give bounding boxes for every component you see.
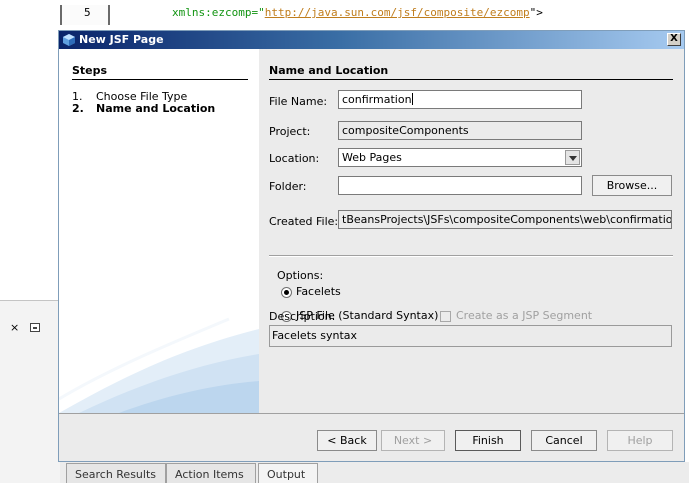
project-label: Project: bbox=[269, 125, 311, 138]
location-select[interactable]: Web Pages bbox=[338, 148, 582, 167]
step-number: 2. bbox=[72, 102, 84, 115]
code-attribute: xmlns:ezcomp=" bbox=[172, 6, 265, 19]
step-name-and-location: 2. Name and Location bbox=[72, 102, 215, 115]
jsp-segment-checkbox[interactable] bbox=[440, 311, 451, 322]
tab-search-results[interactable]: Search Results bbox=[66, 463, 166, 483]
next-button[interactable]: Next > bbox=[381, 430, 445, 451]
chevron-down-icon[interactable] bbox=[565, 150, 580, 165]
new-jsf-page-dialog: New JSF Page X Steps 1. Choose File Type … bbox=[58, 30, 685, 462]
folder-label: Folder: bbox=[269, 180, 307, 193]
location-label: Location: bbox=[269, 152, 320, 165]
code-suffix: "> bbox=[529, 6, 543, 19]
panel-minimize-icon[interactable] bbox=[30, 323, 40, 332]
section-title: Name and Location bbox=[269, 64, 389, 77]
steps-title: Steps bbox=[72, 64, 108, 77]
editor-background: 5 xmlns:ezcomp="http://java.sun.com/jsf/… bbox=[0, 0, 689, 30]
back-button[interactable]: < Back bbox=[317, 430, 377, 451]
description-box: Facelets syntax bbox=[269, 325, 672, 347]
facelets-label[interactable]: Facelets bbox=[296, 285, 341, 298]
finish-button[interactable]: Finish bbox=[455, 430, 521, 451]
code-url[interactable]: http://java.sun.com/jsf/composite/ezcomp bbox=[265, 6, 530, 19]
location-value: Web Pages bbox=[342, 151, 402, 164]
created-file-field: tBeansProjects\JSFs\compositeComponents\… bbox=[338, 210, 672, 229]
file-name-input[interactable]: confirmation bbox=[338, 90, 582, 109]
steps-divider bbox=[72, 79, 248, 80]
netbeans-cube-icon bbox=[63, 34, 75, 46]
browse-button[interactable]: Browse... bbox=[592, 175, 672, 196]
name-and-location-panel: Name and Location File Name: confirmatio… bbox=[259, 49, 684, 413]
tab-action-items[interactable]: Action Items bbox=[166, 463, 256, 483]
options-label: Options: bbox=[277, 269, 324, 282]
line-number: 5 bbox=[84, 6, 91, 19]
jsp-segment-label: Create as a JSP Segment bbox=[456, 309, 593, 322]
code-line: xmlns:ezcomp="http://java.sun.com/jsf/co… bbox=[172, 6, 543, 19]
section-divider bbox=[269, 79, 673, 80]
description-label: Description: bbox=[269, 310, 336, 323]
file-name-label: File Name: bbox=[269, 95, 328, 108]
help-button[interactable]: Help bbox=[607, 430, 673, 451]
text-caret bbox=[411, 93, 413, 105]
tab-output[interactable]: Output × bbox=[258, 463, 318, 483]
options-separator bbox=[269, 255, 673, 257]
folder-input[interactable] bbox=[338, 176, 582, 195]
steps-panel: Steps 1. Choose File Type 2. Name and Loca… bbox=[59, 49, 259, 413]
project-field: compositeComponents bbox=[338, 121, 582, 140]
dialog-title-bar[interactable]: New JSF Page X bbox=[59, 31, 684, 49]
cancel-button[interactable]: Cancel bbox=[531, 430, 597, 451]
step-label: Name and Location bbox=[96, 102, 216, 115]
panel-close-icon[interactable]: × bbox=[10, 321, 19, 334]
facelets-radio[interactable] bbox=[281, 287, 292, 298]
wizard-decoration-graphic bbox=[59, 317, 259, 413]
wizard-button-bar: < Back Next > Finish Cancel Help bbox=[59, 413, 684, 461]
dialog-title: New JSF Page bbox=[79, 33, 164, 46]
close-button[interactable]: X bbox=[667, 33, 681, 46]
created-file-label: Created File: bbox=[269, 215, 339, 228]
file-name-value: confirmation bbox=[342, 93, 412, 106]
